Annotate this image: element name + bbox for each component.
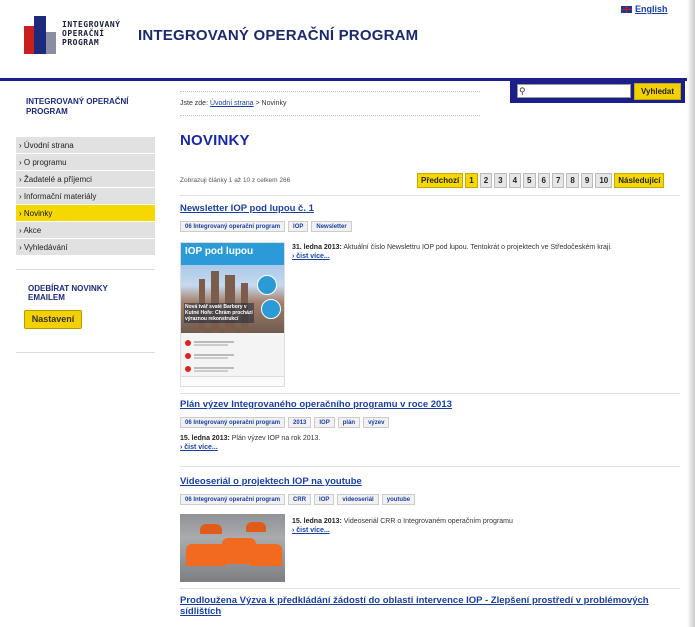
article-title-link-continued[interactable]: sídlištích bbox=[180, 606, 680, 617]
newsletter-thumbnail[interactable]: IOP pod lupou Nová tvář svaté Barbory v … bbox=[180, 242, 285, 387]
article-title-link[interactable]: Plán výzev Integrovaného operačního prog… bbox=[180, 399, 680, 410]
pager-page-9[interactable]: 9 bbox=[580, 173, 594, 188]
site-logo-icon[interactable] bbox=[24, 16, 58, 54]
pager-page-1[interactable]: 1 bbox=[465, 173, 478, 188]
read-more-link[interactable]: › čist více... bbox=[180, 444, 680, 451]
pager-page-3[interactable]: 3 bbox=[494, 173, 507, 188]
sidebar-divider bbox=[16, 352, 155, 353]
separator bbox=[180, 588, 680, 589]
pager-page-8[interactable]: 8 bbox=[566, 173, 579, 188]
pager-next-button[interactable]: Následující bbox=[614, 173, 665, 188]
pager-page-2[interactable]: 2 bbox=[479, 173, 493, 188]
sidebar-item-zadatele-a-prijemci[interactable]: › Žadatelé a příjemci bbox=[16, 171, 155, 188]
article-date: 15. ledna 2013: bbox=[180, 435, 230, 442]
tag[interactable]: videoseriál bbox=[337, 494, 379, 505]
tag[interactable]: 06 Integrovaný operační program bbox=[180, 494, 286, 505]
article-item: Videoseriál o projektech IOP na youtube … bbox=[180, 476, 680, 505]
article-date: 31. ledna 2013: bbox=[292, 244, 342, 251]
sidebar-item-vyhledavani[interactable]: › Vyhledávání bbox=[16, 239, 155, 256]
sidebar-item-informacni-materialy[interactable]: › Informační materiály bbox=[16, 188, 155, 205]
article-summary: 31. ledna 2013: Aktuální číslo Newslettr… bbox=[292, 243, 680, 260]
separator bbox=[180, 195, 680, 196]
pagination: Předchozí 1 2 3 4 5 6 7 8 9 10 Následují… bbox=[417, 173, 665, 188]
sidebar-nav: › Úvodní strana › O programu › Žadatelé … bbox=[16, 137, 155, 256]
article-item: Newsletter IOP pod lupou č. 1 06 Integro… bbox=[180, 203, 680, 232]
breadcrumb: Jste zde: Úvodní strana > Novinky bbox=[180, 100, 286, 107]
sidebar-item-o-programu[interactable]: › O programu bbox=[16, 154, 155, 171]
breadcrumb-home-link[interactable]: Úvodní strana bbox=[210, 100, 254, 107]
pager-page-7[interactable]: 7 bbox=[551, 173, 565, 188]
article-title-link[interactable]: Prodloužena Výzva k předkládání žádostí … bbox=[180, 595, 680, 606]
thumbnail-footer bbox=[181, 376, 284, 386]
pager-page-5[interactable]: 5 bbox=[523, 173, 536, 188]
logo-line: OPERAČNÍ bbox=[62, 29, 105, 38]
search-icon: ⚲ bbox=[519, 86, 526, 96]
sidebar-item-uvodni-strana[interactable]: › Úvodní strana bbox=[16, 137, 155, 154]
tag[interactable]: Newsletter bbox=[311, 221, 352, 232]
settings-button[interactable]: Nastavení bbox=[24, 310, 82, 329]
breadcrumb-current: > Novinky bbox=[255, 100, 287, 107]
logo-line: INTEGROVANÝ bbox=[62, 20, 121, 29]
search-bar: ⚲ Vyhledat bbox=[510, 81, 685, 103]
article-text: 31. ledna 2013: Aktuální číslo Newslettr… bbox=[292, 243, 680, 253]
pager-page-4[interactable]: 4 bbox=[508, 173, 522, 188]
tag[interactable]: 06 Integrovaný operační program bbox=[180, 221, 286, 232]
language-link[interactable]: English bbox=[635, 4, 668, 14]
tag[interactable]: CRR bbox=[288, 494, 312, 505]
article-text: 15. ledna 2013: Videoseriál CRR o Integr… bbox=[292, 517, 680, 527]
article-tags: 06 Integrovaný operační program IOP News… bbox=[180, 221, 680, 232]
thumbnail-caption: Nová tvář svaté Barbory v Kutné Hoře: Ch… bbox=[184, 303, 254, 323]
pager-prev-button[interactable]: Předchozí bbox=[417, 173, 464, 188]
search-input[interactable] bbox=[517, 84, 631, 98]
logo-text[interactable]: INTEGROVANÝ OPERAČNÍ PROGRAM bbox=[62, 20, 120, 47]
separator bbox=[180, 393, 680, 394]
sidebar-item-akce[interactable]: › Akce bbox=[16, 222, 155, 239]
article-summary: 15. ledna 2013: Videoseriál CRR o Integr… bbox=[292, 517, 680, 534]
read-more-link[interactable]: › čist více... bbox=[292, 527, 680, 534]
site-title: INTEGROVANÝ OPERAČNÍ PROGRAM bbox=[138, 27, 419, 44]
search-button[interactable]: Vyhledat bbox=[634, 83, 681, 100]
article-date: 15. ledna 2013: bbox=[292, 518, 342, 525]
article-item: Prodloužena Výzva k předkládání žádostí … bbox=[180, 595, 680, 617]
sidebar: INTEGROVANÝ OPERAČNÍ PROGRAM › Úvodní st… bbox=[0, 81, 155, 627]
uk-flag-icon bbox=[621, 5, 632, 13]
tag[interactable]: plán bbox=[337, 417, 361, 428]
article-text: 15. ledna 2013: Plán výzev IOP na rok 20… bbox=[180, 434, 680, 444]
sidebar-item-novinky[interactable]: › Novinky bbox=[16, 205, 155, 222]
article-body: Plán výzev IOP na rok 2013. bbox=[231, 435, 321, 442]
site-header: INTEGROVANÝ OPERAČNÍ PROGRAM INTEGROVANÝ… bbox=[0, 0, 695, 78]
thumbnail-title: IOP pod lupou bbox=[185, 246, 254, 257]
tag[interactable]: IOP bbox=[314, 417, 335, 428]
pager-page-10[interactable]: 10 bbox=[595, 173, 613, 188]
sidebar-title: INTEGROVANÝ OPERAČNÍ PROGRAM bbox=[26, 97, 129, 116]
read-more-link[interactable]: › čist více... bbox=[292, 253, 680, 260]
page-shadow bbox=[687, 0, 695, 627]
breadcrumb-prefix: Jste zde: bbox=[180, 100, 209, 107]
article-item: Plán výzev Integrovaného operačního prog… bbox=[180, 399, 680, 451]
page-title: NOVINKY bbox=[180, 132, 250, 149]
article-title-link[interactable]: Newsletter IOP pod lupou č. 1 bbox=[180, 203, 680, 214]
pager-page-6[interactable]: 6 bbox=[537, 173, 550, 188]
logo-line: PROGRAM bbox=[62, 38, 100, 47]
video-thumbnail[interactable] bbox=[180, 514, 285, 582]
sidebar-divider bbox=[16, 269, 155, 270]
dotted-divider bbox=[180, 91, 480, 92]
article-title-link[interactable]: Videoseriál o projektech IOP na youtube bbox=[180, 476, 680, 487]
results-count: Zobrazuji články 1 až 10 z celkem 266 bbox=[180, 177, 291, 184]
subscribe-title: ODEBÍRAT NOVINKY EMAILEM bbox=[28, 284, 108, 302]
separator bbox=[180, 466, 680, 467]
article-body: Videoseriál CRR o Integrovaném operačním… bbox=[343, 518, 513, 525]
tag[interactable]: IOP bbox=[288, 221, 309, 232]
article-body: Aktuální číslo Newslettru IOP pod lupou.… bbox=[343, 244, 612, 251]
tag[interactable]: IOP bbox=[314, 494, 335, 505]
tag[interactable]: výzev bbox=[363, 417, 390, 428]
dotted-divider bbox=[180, 115, 480, 116]
language-switch[interactable]: English bbox=[621, 4, 668, 14]
tag[interactable]: youtube bbox=[381, 494, 416, 505]
article-tags: 06 Integrovaný operační program CRR IOP … bbox=[180, 494, 680, 505]
tag[interactable]: 2013 bbox=[288, 417, 312, 428]
article-tags: 06 Integrovaný operační program 2013 IOP… bbox=[180, 417, 680, 428]
tag[interactable]: 06 Integrovaný operační program bbox=[180, 417, 286, 428]
